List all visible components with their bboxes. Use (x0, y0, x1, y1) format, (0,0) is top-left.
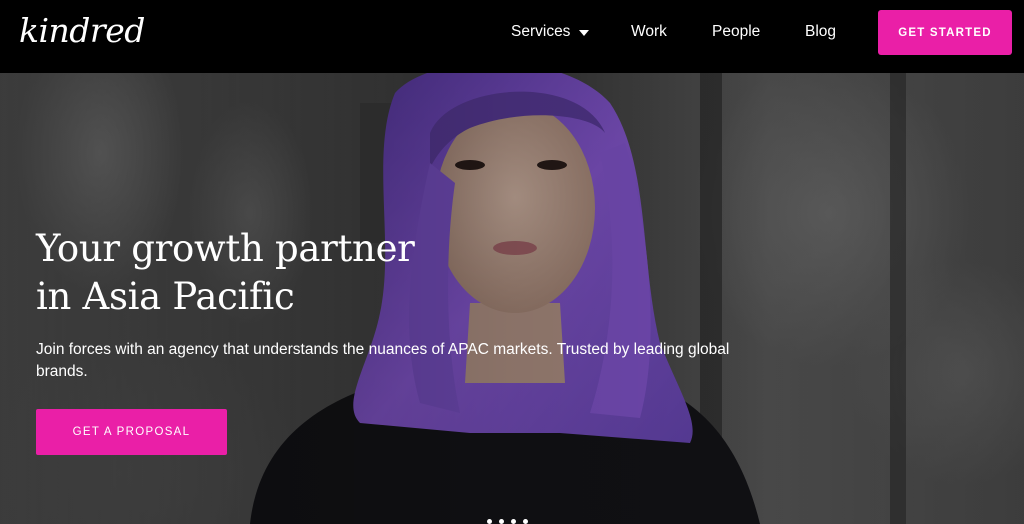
get-a-proposal-button[interactable]: GET A PROPOSAL (36, 409, 227, 455)
nav-item-people[interactable]: People (712, 21, 760, 43)
carousel-dot[interactable] (523, 519, 528, 524)
chevron-down-icon (579, 29, 590, 36)
hero-section: Your growth partner in Asia Pacific Join… (0, 73, 1024, 524)
top-navbar: kindred Services Work People Blog GET ST… (0, 0, 1024, 73)
nav-item-work[interactable]: Work (631, 21, 667, 43)
main-nav: Services Work People Blog (0, 0, 1024, 64)
get-started-button[interactable]: GET STARTED (878, 10, 1012, 55)
nav-item-services-label: Services (511, 23, 571, 40)
nav-item-blog[interactable]: Blog (805, 21, 836, 43)
hero-heading-line-1: Your growth partner (36, 227, 415, 270)
hero-heading: Your growth partner in Asia Pacific (36, 225, 556, 321)
nav-item-services[interactable]: Services (511, 21, 590, 43)
hero-subtitle: Join forces with an agency that understa… (36, 341, 730, 380)
carousel-indicators (487, 519, 528, 524)
carousel-dot[interactable] (511, 519, 516, 524)
carousel-dot[interactable] (499, 519, 504, 524)
carousel-dot[interactable] (487, 519, 492, 524)
hero-heading-line-2: in Asia Pacific (36, 275, 295, 318)
page: kindred Services Work People Blog GET ST… (0, 0, 1024, 524)
